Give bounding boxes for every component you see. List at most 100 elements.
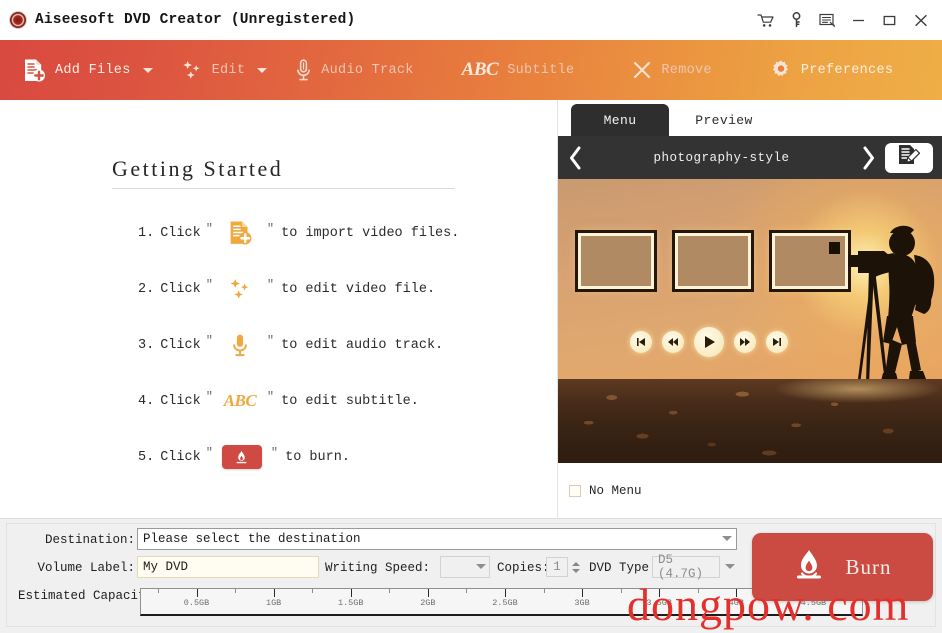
ruler-tick-major — [504, 589, 506, 597]
tab-preview[interactable]: Preview — [676, 104, 772, 136]
tab-menu[interactable]: Menu — [571, 104, 669, 136]
step-click-word: Click — [160, 449, 201, 465]
remove-icon — [632, 60, 652, 80]
volume-label-label: Volume Label: — [37, 561, 135, 575]
toolbar-remove-label: Remove — [661, 62, 712, 78]
key-icon[interactable] — [781, 5, 812, 35]
dvd-creator-window: Aiseesoft DVD Creator (Unregistered) Add… — [0, 0, 942, 633]
ruler-tick-major — [659, 589, 661, 597]
toolbar-add-files[interactable]: Add Files — [14, 40, 137, 100]
next-track-button[interactable] — [766, 331, 788, 353]
ruler-tick-label: 4GB — [728, 598, 744, 608]
quote-close: ″ — [266, 334, 275, 348]
writing-speed-chevron-down-icon[interactable] — [476, 564, 486, 569]
edit-document-icon — [896, 143, 922, 172]
toolbar-subtitle[interactable]: ABC Subtitle — [454, 40, 581, 100]
edit-menu-button[interactable] — [885, 142, 933, 173]
maximize-icon[interactable] — [874, 5, 905, 35]
no-menu-row: No Menu — [558, 463, 942, 518]
copies-label: Copies: — [497, 561, 550, 575]
minimize-icon[interactable] — [843, 5, 874, 35]
ruler-tick-minor — [620, 589, 622, 593]
feedback-icon[interactable] — [812, 5, 843, 35]
volume-label-input[interactable]: My DVD — [137, 556, 319, 578]
close-icon[interactable] — [905, 5, 936, 35]
rewind-button[interactable] — [662, 331, 684, 353]
destination-chevron-down-icon[interactable] — [722, 536, 732, 541]
stepper-up-icon[interactable] — [571, 561, 580, 566]
prev-track-button[interactable] — [630, 331, 652, 353]
step-number: 2. — [138, 281, 155, 297]
toolbar-edit[interactable]: Edit — [173, 40, 252, 100]
burn-button[interactable]: Burn — [752, 533, 933, 601]
title-bar: Aiseesoft DVD Creator (Unregistered) — [0, 0, 942, 40]
getting-started-pane: Getting Started 1. Click ″ ″ to import v… — [0, 100, 558, 518]
copies-stepper[interactable] — [570, 558, 581, 576]
step-text: to edit subtitle. — [281, 393, 419, 409]
step-number: 5. — [138, 449, 155, 465]
getting-started-steps: 1. Click ″ ″ to import video files. 2. C… — [138, 205, 538, 485]
no-menu-checkbox[interactable] — [569, 484, 581, 497]
thumbnail-frame[interactable] — [575, 230, 657, 292]
ruler-tick-major — [427, 589, 429, 597]
ruler-tick-label: 3.5GB — [646, 598, 672, 608]
prev-style-arrow[interactable] — [558, 136, 592, 179]
thumbnail-frame[interactable] — [672, 230, 754, 292]
toolbar-preferences[interactable]: Preferences — [762, 40, 899, 100]
burn-button-label: Burn — [845, 554, 892, 579]
dvd-type-label: DVD Type: — [589, 561, 657, 575]
toolbar-preferences-label: Preferences — [800, 62, 894, 78]
disc-icon — [9, 11, 27, 29]
page-title: Getting Started — [112, 156, 284, 181]
list-item: 4. Click ″ ABC ″ to edit subtitle. — [138, 373, 538, 429]
step-text: to edit video file. — [281, 281, 436, 297]
writing-speed-label: Writing Speed: — [325, 561, 431, 575]
ruler-tick-major — [196, 589, 198, 597]
menu-preview-image[interactable] — [558, 179, 942, 463]
tab-menu-label: Menu — [603, 112, 637, 128]
main-toolbar: Add Files Edit Audio Track ABC Subtitle … — [0, 40, 942, 100]
step-number: 3. — [138, 337, 155, 353]
ruler-tick-minor — [466, 589, 468, 593]
step-number: 1. — [138, 225, 155, 241]
ruler-tick-minor — [235, 589, 237, 593]
quote-close: ″ — [266, 278, 275, 292]
cart-icon[interactable] — [750, 5, 781, 35]
abc-icon-text: ABC — [223, 391, 257, 410]
menu-style-name: photography-style — [653, 150, 790, 165]
dvd-type-select[interactable]: D5 (4.7G) — [652, 553, 720, 581]
toolbar-remove[interactable]: Remove — [624, 40, 717, 100]
toolbar-audio-track[interactable]: Audio Track — [287, 40, 419, 100]
add-files-icon — [22, 58, 46, 83]
menu-style-selector: photography-style — [558, 136, 942, 179]
window-title: Aiseesoft DVD Creator (Unregistered) — [35, 12, 356, 28]
destination-select[interactable]: Please select the destination — [137, 528, 737, 550]
preview-playback-controls — [630, 327, 788, 357]
quote-close: ″ — [266, 222, 275, 236]
ruler-tick-label: 1GB — [265, 598, 282, 608]
toolbar-add-files-label: Add Files — [55, 62, 131, 78]
dvd-type-chevron-down-icon[interactable] — [725, 564, 735, 569]
edit-icon — [218, 272, 262, 306]
ruler-tick-minor — [312, 589, 314, 593]
copies-input[interactable]: 1 — [546, 557, 568, 577]
title-divider — [112, 188, 455, 189]
quote-open: ″ — [205, 446, 213, 460]
add-files-dropdown-arrow[interactable] — [137, 40, 159, 100]
play-button[interactable] — [694, 327, 724, 357]
ruler-tick-minor — [543, 589, 545, 593]
forward-button[interactable] — [734, 331, 756, 353]
ruler-tick-minor — [389, 589, 391, 593]
toolbar-audio-track-label: Audio Track — [321, 62, 414, 78]
step-click-word: Click — [160, 393, 201, 409]
edit-icon — [181, 59, 203, 81]
step-text: to edit audio track. — [281, 337, 444, 353]
photographer-silhouette — [814, 203, 942, 403]
list-item: 2. Click ″ ″ to edit video file. — [138, 261, 538, 317]
quote-open: ″ — [205, 278, 213, 292]
add-files-icon — [218, 216, 262, 250]
next-style-arrow[interactable] — [851, 136, 885, 179]
stepper-down-icon[interactable] — [571, 568, 580, 573]
quote-open: ″ — [205, 222, 213, 236]
edit-dropdown-arrow[interactable] — [251, 40, 273, 100]
